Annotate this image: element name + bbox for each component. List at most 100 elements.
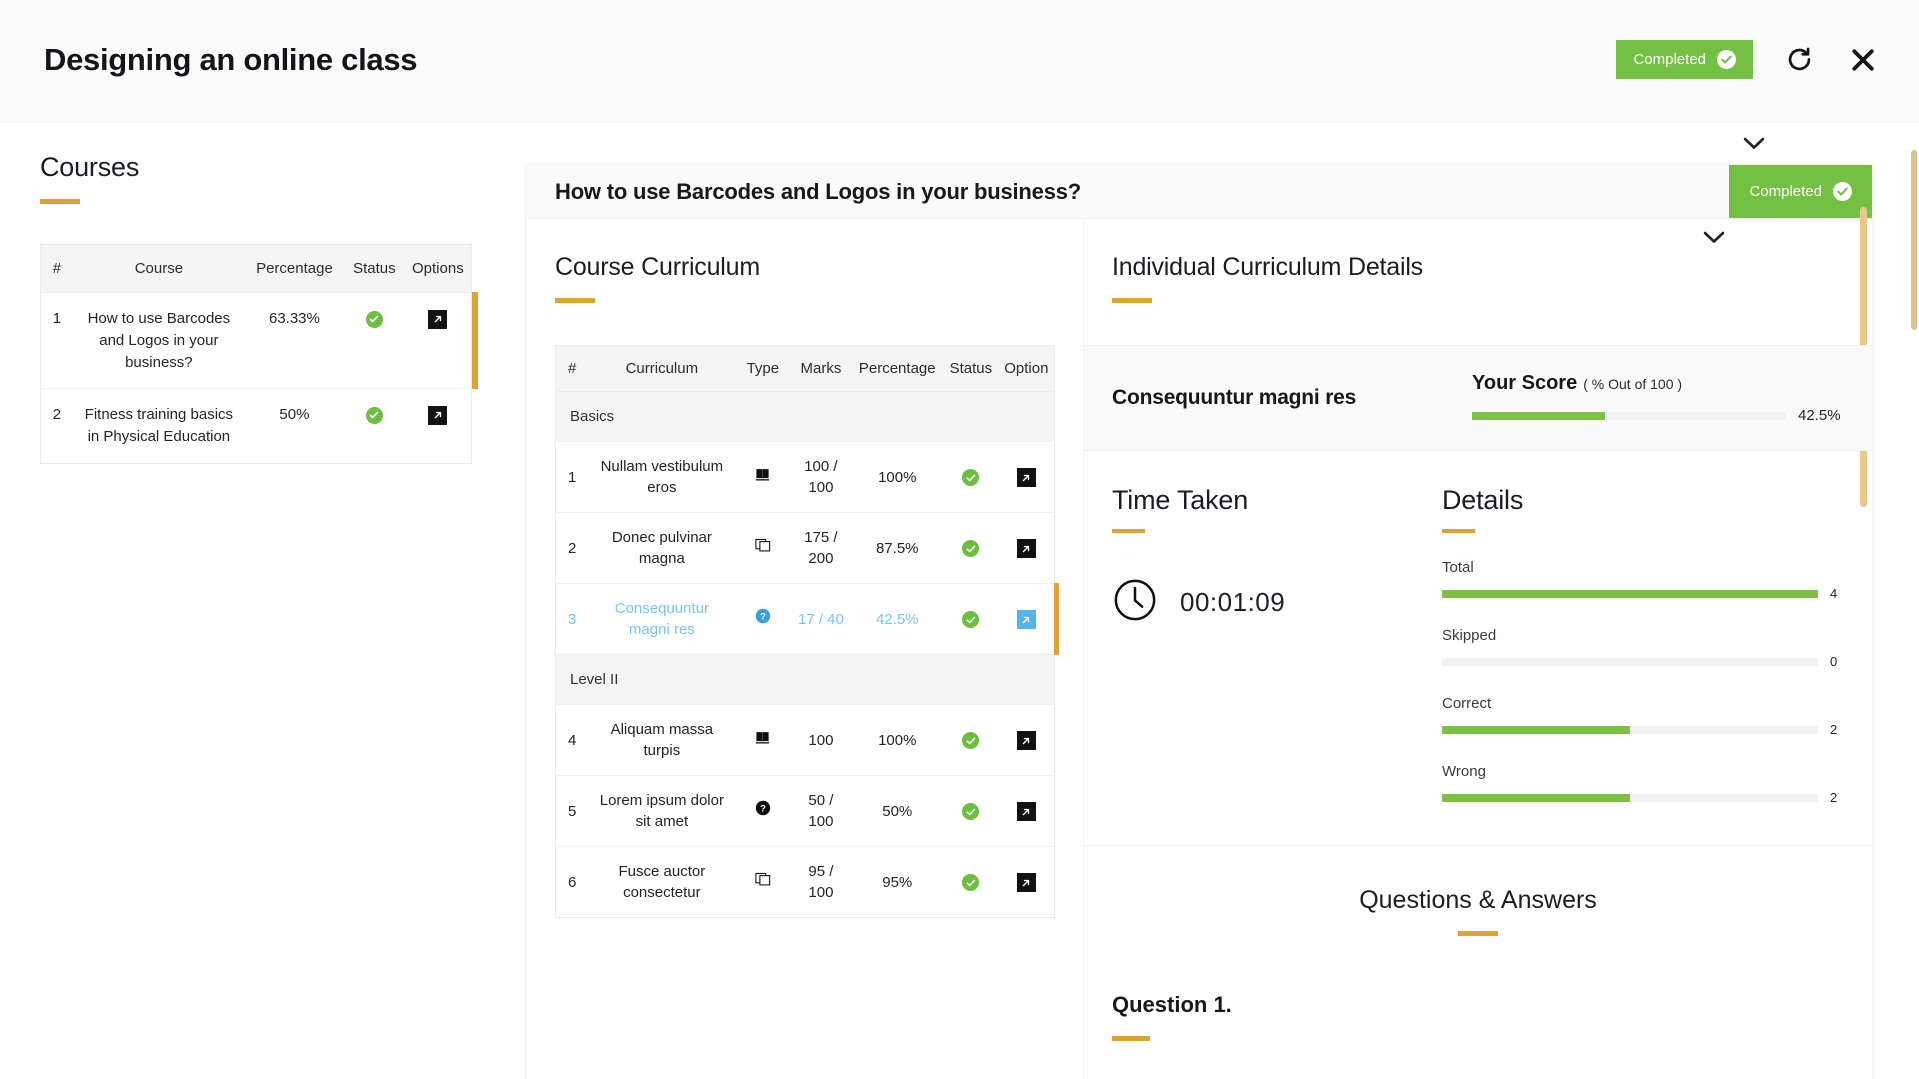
metrics-row: Time Taken 00:01:09 Details Total 4 Skip… [1084,451,1872,845]
courses-heading: Courses [40,152,140,182]
row-option[interactable] [998,846,1055,918]
status-badge-completed: Completed [1616,40,1753,79]
table-row[interactable]: 2 Donec pulvinar magna 175 / 200 87.5% [555,512,1055,584]
svg-text:?: ? [760,612,766,623]
open-icon[interactable] [1016,802,1036,822]
row-option[interactable] [998,512,1055,584]
row-status [943,512,999,584]
question-underline [1112,1036,1150,1041]
page-title: Designing an online class [44,42,418,77]
stat-bar-row: 2 [1442,722,1844,737]
row-marks: 100 / 100 [790,441,852,513]
open-icon[interactable] [428,309,448,329]
book-icon [735,441,791,513]
stat-bar-track [1442,657,1818,666]
table-row[interactable]: 6 Fusce auctor consectetur 95 / 100 95% [555,846,1055,918]
stat-bar-fill [1442,725,1630,734]
stat-bar-track [1442,793,1818,802]
score-bar-row: 42.5% [1472,407,1844,424]
courses-sidebar: Courses # Course Percentage Status Optio… [0,122,500,1079]
svg-text:?: ? [760,804,766,815]
heading-underline [40,199,80,204]
panel-title: How to use Barcodes and Logos in your bu… [555,178,1082,204]
header-percentage: Percentage [851,345,944,392]
courses-table-header-row: # Course Percentage Status Options [40,244,472,293]
header-percentage: Percentage [244,244,344,293]
stat-value: 2 [1830,722,1838,737]
selected-item-name: Consequuntur magni res [1112,386,1357,409]
row-name: Consequuntur magni res [588,583,736,655]
status-badge-label: Completed [1633,51,1706,68]
row-marks: 175 / 200 [790,512,852,584]
course-options[interactable] [405,389,472,464]
course-percentage: 63.33% [244,292,344,390]
check-circle-icon [962,874,980,892]
row-option[interactable] [998,704,1055,776]
open-icon[interactable] [1016,873,1036,893]
curriculum-group-row: Level II [555,654,1055,705]
row-name: Donec pulvinar magna [588,512,736,584]
open-icon[interactable] [1016,468,1036,488]
table-row[interactable]: 1 Nullam vestibulum eros 100 / 100 100% [555,441,1055,513]
row-option[interactable] [998,775,1055,847]
table-row[interactable]: 4 Aliquam massa turpis 100 100% [555,704,1055,776]
row-status [943,441,999,513]
row-option[interactable] [998,583,1059,656]
time-taken-value-row: 00:01:09 [1112,577,1414,628]
refresh-icon[interactable] [1781,42,1817,78]
stat-wrong: Wrong 2 [1442,763,1844,805]
panel-status-badge: Completed [1729,165,1872,218]
individual-curriculum-details-section: Individual Curriculum Details Consequunt… [1083,219,1872,1079]
open-icon[interactable] [1016,731,1036,751]
stat-bar-fill [1442,589,1818,598]
course-options[interactable] [404,291,478,390]
course-curriculum-section: Course Curriculum # Curriculum Type Mark… [527,219,1083,1079]
row-percentage: 50% [851,775,944,847]
page-scrollbar[interactable] [1911,150,1917,330]
time-taken-value: 00:01:09 [1180,587,1286,617]
check-circle-icon [1833,182,1852,201]
open-icon[interactable] [1016,610,1036,630]
courses-table: # Course Percentage Status Options 1 How… [40,244,478,464]
stat-label: Correct [1442,695,1492,712]
group-label: Basics [555,391,1055,442]
clock-icon [1112,577,1158,628]
header-option: Option [998,345,1055,392]
stat-bar-track [1442,725,1818,734]
course-status [344,292,405,390]
row-index: 4 [555,704,589,776]
open-icon[interactable] [1016,539,1036,559]
curriculum-group-row: Basics [555,391,1055,442]
table-row[interactable]: 5 Lorem ipsum dolor sit amet ? 50 / 100 … [555,775,1055,847]
row-name: Aliquam massa turpis [588,704,736,776]
open-icon[interactable] [428,405,448,425]
row-index: 2 [555,512,589,584]
header-marks: Marks [790,345,852,392]
table-row[interactable]: 2 Fitness training basics in Physical Ed… [41,389,472,464]
chevron-down-icon-top[interactable] [1724,125,1784,161]
header-course: Course [72,244,245,293]
row-percentage: 42.5% [851,583,944,655]
question-icon: ? [735,775,791,847]
header-status: Status [943,345,999,392]
row-index: 3 [555,583,589,655]
check-circle-icon [962,803,980,821]
qa-heading-underline [1458,931,1498,936]
panel-body: Course Curriculum # Curriculum Type Mark… [527,219,1872,1079]
table-row-selected[interactable]: 3 Consequuntur magni res ? 17 / 40 42.5% [555,583,1059,656]
check-circle-icon [962,732,980,750]
stat-value: 2 [1830,790,1838,805]
header-status: Status [344,244,405,293]
course-percentage: 50% [279,406,310,424]
table-row[interactable]: 1 How to use Barcodes and Logos in your … [40,291,478,390]
stat-bar-row: 4 [1442,586,1844,601]
header-index: # [40,244,73,293]
book-icon [735,704,791,776]
close-icon[interactable] [1845,42,1881,78]
row-status [943,775,999,847]
details-block: Details Total 4 Skipped 0 Correct 2 Wron… [1414,451,1872,845]
group-label: Level II [555,654,1055,705]
row-percentage: 100% [851,704,944,776]
score-card: Consequuntur magni res Your Score ( % Out… [1084,345,1872,451]
row-option[interactable] [998,441,1055,513]
